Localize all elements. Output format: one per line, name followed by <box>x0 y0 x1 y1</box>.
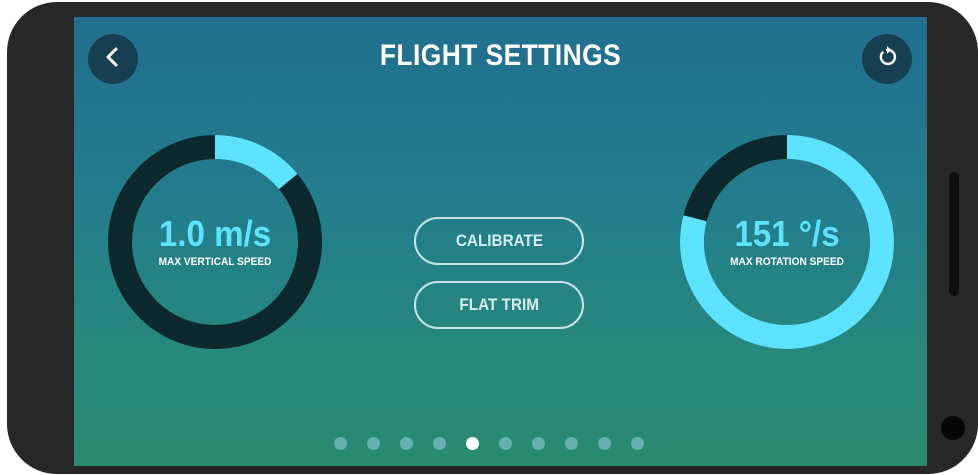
vertical-speed-value: 1.0 m/s <box>158 213 272 254</box>
vertical-speed-label: MAX VERTICAL SPEED <box>158 256 272 268</box>
max-rotation-speed-gauge[interactable]: 151 °/s MAX ROTATION SPEED <box>680 135 894 349</box>
page-dot[interactable] <box>598 437 611 450</box>
page-title: FLIGHT SETTINGS <box>379 39 622 72</box>
rotation-speed-value: 151 °/s <box>734 213 840 254</box>
calibrate-button[interactable]: CALIBRATE <box>414 217 584 265</box>
rotation-speed-label: MAX ROTATION SPEED <box>730 256 844 268</box>
flat-trim-button-label: FLAT TRIM <box>459 295 539 314</box>
page-dot[interactable] <box>631 437 644 450</box>
page-indicator <box>74 437 927 451</box>
page-dot[interactable] <box>433 437 446 450</box>
page-dot[interactable] <box>532 437 545 450</box>
max-vertical-speed-gauge[interactable]: 1.0 m/s MAX VERTICAL SPEED <box>108 135 322 349</box>
page-dot[interactable] <box>334 437 347 450</box>
rotate-ccw-icon <box>875 45 899 74</box>
phone-side-button <box>949 172 959 296</box>
flight-settings-screen: FLIGHT SETTINGS 1.0 m/s MAX VERTICAL SPE… <box>74 17 927 466</box>
calibrate-button-label: CALIBRATE <box>455 231 543 250</box>
reset-button[interactable] <box>862 34 912 84</box>
page-dot[interactable] <box>565 437 578 450</box>
chevron-left-icon <box>102 46 124 73</box>
phone-home-button <box>941 416 965 440</box>
page-dot[interactable] <box>367 437 380 450</box>
flat-trim-button[interactable]: FLAT TRIM <box>414 281 584 329</box>
page-dot-active[interactable] <box>466 437 479 450</box>
page-dot[interactable] <box>499 437 512 450</box>
page-dot[interactable] <box>400 437 413 450</box>
